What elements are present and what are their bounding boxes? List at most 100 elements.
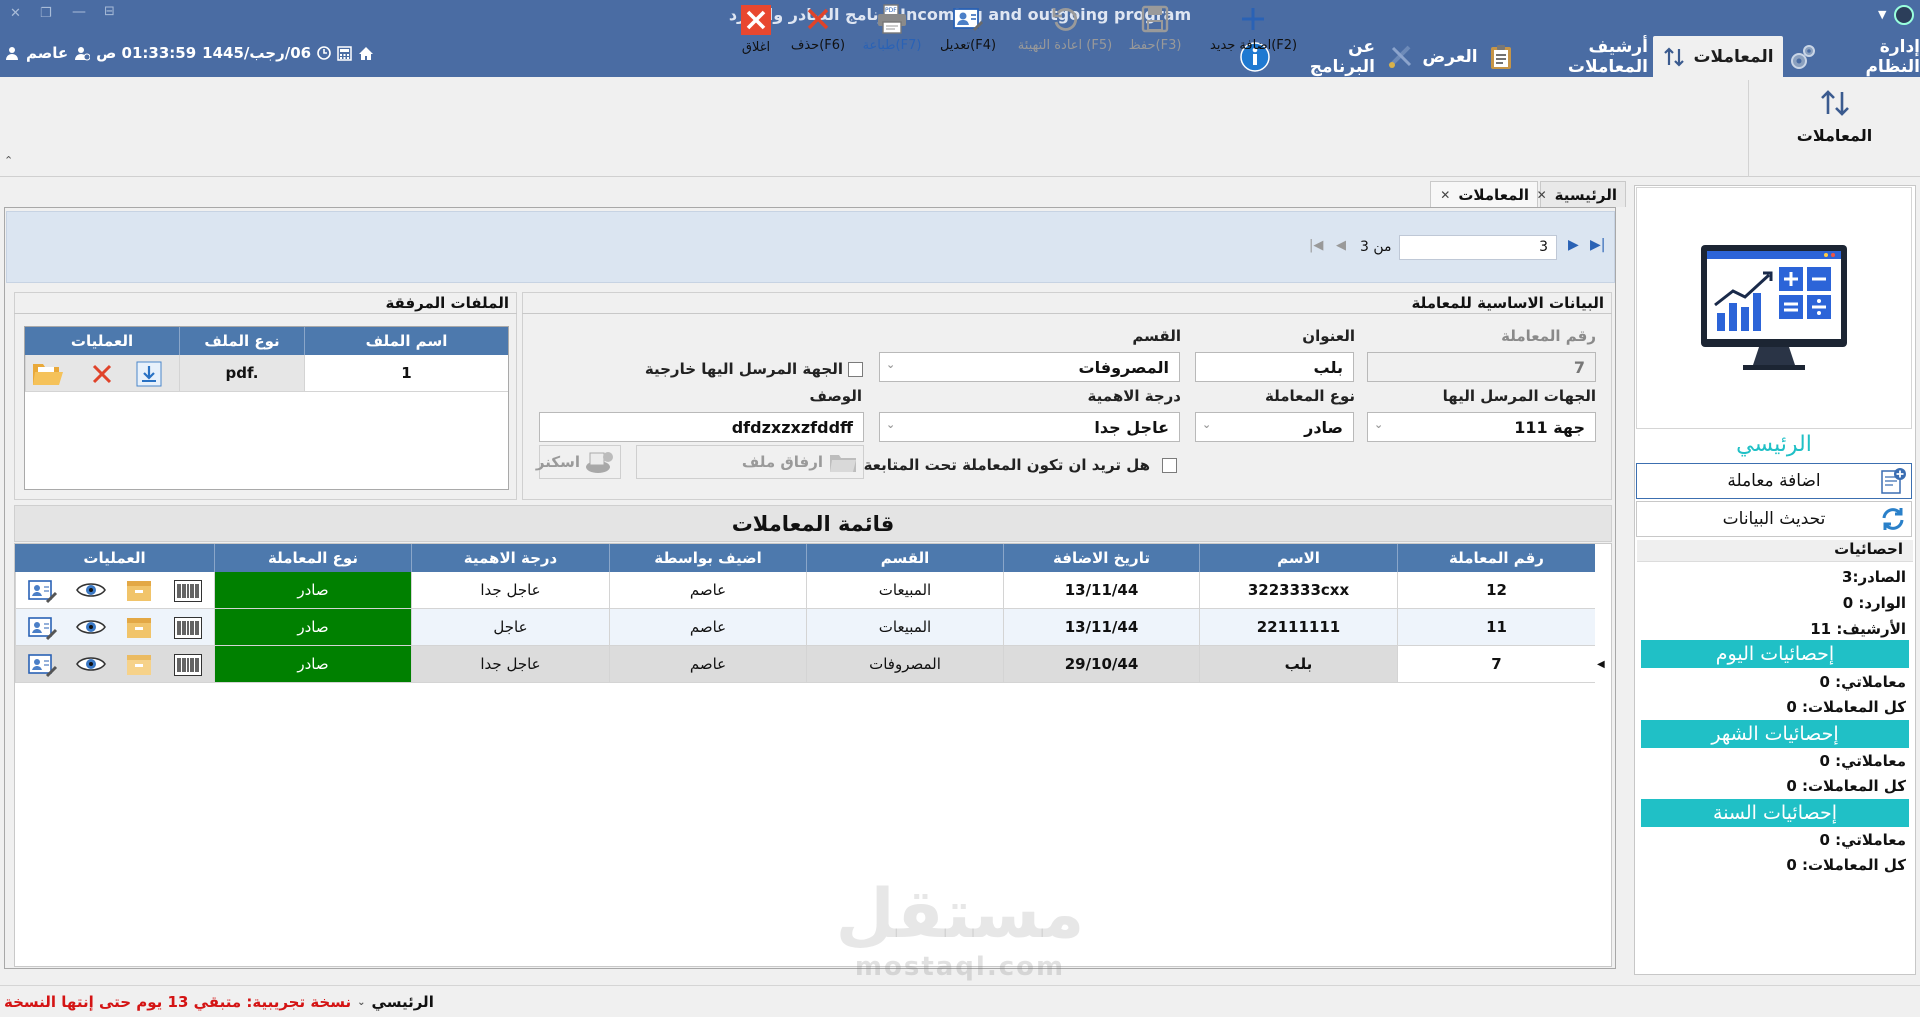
stat-year-all: كل المعاملات: 0 [1786,856,1906,874]
save-icon [1140,4,1170,34]
column-header: رقم المعاملة [1397,544,1595,572]
button-label: اعادة التهيئة (F5) [1017,38,1113,53]
column-header: اسم الملف [304,327,508,355]
subject-field[interactable]: بلب [1195,352,1354,382]
priority-value: عاجل جدا [1094,418,1169,437]
ribbon-button-label: المعاملات [1796,126,1873,145]
priority-select[interactable]: ⌄ عاجل جدا [879,412,1180,442]
open-folder-icon[interactable] [32,361,64,387]
file-type-cell: pdf. [179,355,304,392]
transaction-number-field: 7 [1367,352,1596,382]
page-number-input[interactable]: 3 [1399,235,1557,260]
stat-month-mine: معاملاتي: 0 [1819,752,1906,770]
next-page-icon[interactable]: ▶ [1568,237,1579,253]
department-cell: المبيعات [806,609,1003,646]
view-eye-icon[interactable] [76,654,106,674]
last-page-icon[interactable]: ▶| [1590,237,1605,253]
table-row[interactable]: 12 3223333cxx 13/11/44 المبيعات عاصم عاج… [15,572,1595,609]
doc-tab-home[interactable]: الرئيسية ✕ [1537,181,1626,207]
chevron-down-icon[interactable]: ▼ [1878,8,1886,21]
edit-card-icon[interactable] [28,615,58,641]
department-select[interactable]: ⌄ المصروفات [879,352,1180,382]
edit-button[interactable]: تعديل(F4) [934,4,1002,53]
scanner-icon [584,449,616,475]
transactions-title: قائمة المعاملات [14,505,1612,542]
external-recipient-checkbox[interactable] [848,362,863,377]
barcode-icon[interactable] [174,580,202,602]
refresh-data-button[interactable]: تحديث البيانات [1636,501,1912,537]
close-icon[interactable]: ✕ [1537,188,1547,202]
print-button[interactable]: PDF طباعة(F7) [857,4,927,53]
previous-page-icon[interactable]: ◀ [1336,238,1346,253]
column-header: العمليات [83,549,146,567]
chevron-down-icon[interactable]: ⌄ [357,997,365,1008]
doc-tab-label: الرئيسية [1554,185,1617,204]
name-cell: 3223333cxx [1199,572,1397,609]
first-page-icon[interactable]: |◀ [1309,238,1323,253]
number-cell: 7 [1397,646,1595,683]
collapse-ribbon-icon[interactable]: ⌃ [4,154,13,167]
calculator-icon[interactable] [337,45,352,61]
button-label: اضافة جديد(F2) [1210,38,1298,53]
column-header: الاسم [1199,544,1397,572]
archive-box-icon[interactable] [126,579,152,603]
table-row[interactable]: 1 pdf. [25,355,508,392]
session-date: 06/رجب/1445 [202,44,312,62]
date-cell: 29/10/44 [1003,646,1199,683]
barcode-icon[interactable] [174,654,202,676]
scanner-button[interactable]: اسكنر [536,445,621,479]
user-status-icon [74,45,91,61]
add-new-button[interactable]: اضافة جديد(F2) [1210,4,1298,53]
table-row[interactable]: 7 بلب 29/10/44 المصروفات عاصم عاجل جدا ص… [15,646,1595,683]
page-of-label: من 3 [1360,239,1392,255]
tab-system-admin[interactable]: إدارة النظام [1788,36,1920,77]
chevron-down-icon: ⌄ [886,358,896,371]
dashboard-illustration [1636,187,1912,429]
stat-today-mine: معاملاتي: 0 [1819,673,1906,691]
name-cell: 22111111 [1199,609,1397,646]
button-label: طباعة(F7) [862,38,922,53]
recipients-select[interactable]: ⌄ جهة 111 [1367,412,1596,442]
archive-box-icon[interactable] [126,616,152,640]
delete-button[interactable]: حذف(F6) [783,4,853,53]
ribbon-transactions-button[interactable]: المعاملات [1748,80,1920,177]
edit-card-icon [952,4,984,34]
actions-cell [15,572,214,609]
delete-x-icon[interactable] [90,362,114,386]
close-icon[interactable]: ✕ [1440,188,1450,202]
description-field[interactable]: dfdzxzxzfddff [539,412,864,442]
download-icon[interactable] [136,361,162,387]
followup-checkbox[interactable] [1162,458,1177,473]
close-button[interactable]: اغلاق [726,4,786,55]
tab-archive[interactable]: أرشيف المعاملات [1490,36,1648,77]
app-logo-icon[interactable] [1894,5,1914,25]
gears-icon [1788,42,1818,72]
barcode-icon[interactable] [174,617,202,639]
stat-archive: الأرشيف: 11 [1810,620,1906,638]
archive-box-icon[interactable] [126,653,152,677]
save-button[interactable]: حفظ(F3) [1124,4,1186,53]
button-label: اغلاق [741,40,771,55]
home-icon[interactable] [358,46,374,61]
view-eye-icon[interactable] [76,580,106,600]
trial-notice: نسخة تجريبية: متبقي 13 يوم حتى إنتها الن… [4,993,352,1011]
type-select[interactable]: ⌄ صادر [1195,412,1354,442]
tab-transactions[interactable]: المعاملات [1653,36,1783,77]
tab-view[interactable]: العرض [1380,36,1485,77]
type-value: صادر [1304,418,1343,437]
edit-card-icon[interactable] [28,652,58,678]
attachments-title: الملفات المرفقة [14,292,517,314]
view-eye-icon[interactable] [76,617,106,637]
add-document-icon [1879,467,1907,495]
table-row[interactable]: 11 22111111 13/11/44 المبيعات عاصم عاجل … [15,609,1595,646]
attach-file-button[interactable]: ارفاق ملف [636,445,864,479]
reset-button[interactable]: اعادة التهيئة (F5) [1010,4,1120,53]
column-header: اضيف بواسطة [609,544,806,572]
column-header: نوع الملف [179,327,304,355]
status-bar: نسخة تجريبية: متبقي 13 يوم حتى إنتها الن… [0,985,1920,1017]
add-transaction-button[interactable]: اضافة معاملة [1636,463,1912,499]
edit-card-icon[interactable] [28,578,58,604]
doc-tab-transactions[interactable]: المعاملات ✕ [1430,181,1538,207]
subject-label: العنوان [1302,327,1355,345]
stats-year-title: إحصائيات السنة [1641,799,1909,827]
